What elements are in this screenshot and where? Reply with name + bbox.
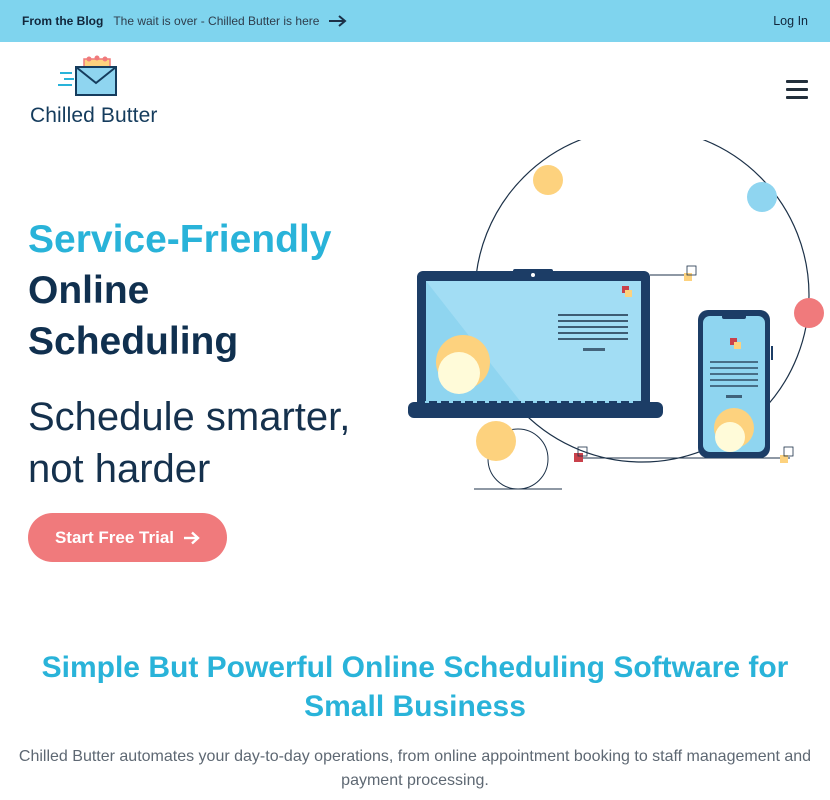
blog-label: From the Blog <box>22 14 104 28</box>
logo[interactable]: Chilled Butter <box>30 52 180 132</box>
hero-subtitle: Schedule smarter, not harder <box>28 391 350 495</box>
hero-title-accent: Service-Friendly <box>28 218 332 261</box>
hamburger-menu-icon[interactable] <box>786 80 808 100</box>
orbit-dot-yellow <box>533 165 563 195</box>
section-description: Chilled Butter automates your day-to-day… <box>18 748 812 789</box>
smartphone <box>698 310 773 458</box>
laptop <box>408 269 663 418</box>
section-title-line2: Small Business <box>304 690 526 723</box>
logo-text: Chilled Butter <box>30 104 158 127</box>
blog-announcement-link[interactable]: The wait is over - Chilled Butter is her… <box>113 14 347 28</box>
blog-announcement-text: The wait is over - Chilled Butter is her… <box>113 14 320 28</box>
envelope-calendar-icon <box>58 55 117 96</box>
hero-title: Service-Friendly Online Scheduling <box>28 214 331 367</box>
hero-title-line3: Scheduling <box>28 320 239 363</box>
section-title-line1: Simple But Powerful Online Scheduling So… <box>41 651 789 684</box>
hero-title-line2: Online <box>28 269 150 312</box>
start-free-trial-button[interactable]: Start Free Trial <box>28 513 227 562</box>
hero-subtitle-line2: not harder <box>28 447 211 491</box>
arrow-right-icon <box>329 15 347 27</box>
arrow-right-icon <box>184 531 200 544</box>
hero-subtitle-line1: Schedule smarter, <box>28 395 351 439</box>
orbit-dot-coral <box>794 298 824 328</box>
announcement-bar: From the Blog The wait is over - Chilled… <box>0 0 830 42</box>
section-title: Simple But Powerful Online Scheduling So… <box>0 648 830 726</box>
start-free-trial-label: Start Free Trial <box>54 527 175 547</box>
login-link[interactable]: Log In <box>773 14 808 28</box>
laptop-and-phone-scheduling-illustration <box>408 140 824 490</box>
orbit-dot-blue <box>747 182 777 212</box>
